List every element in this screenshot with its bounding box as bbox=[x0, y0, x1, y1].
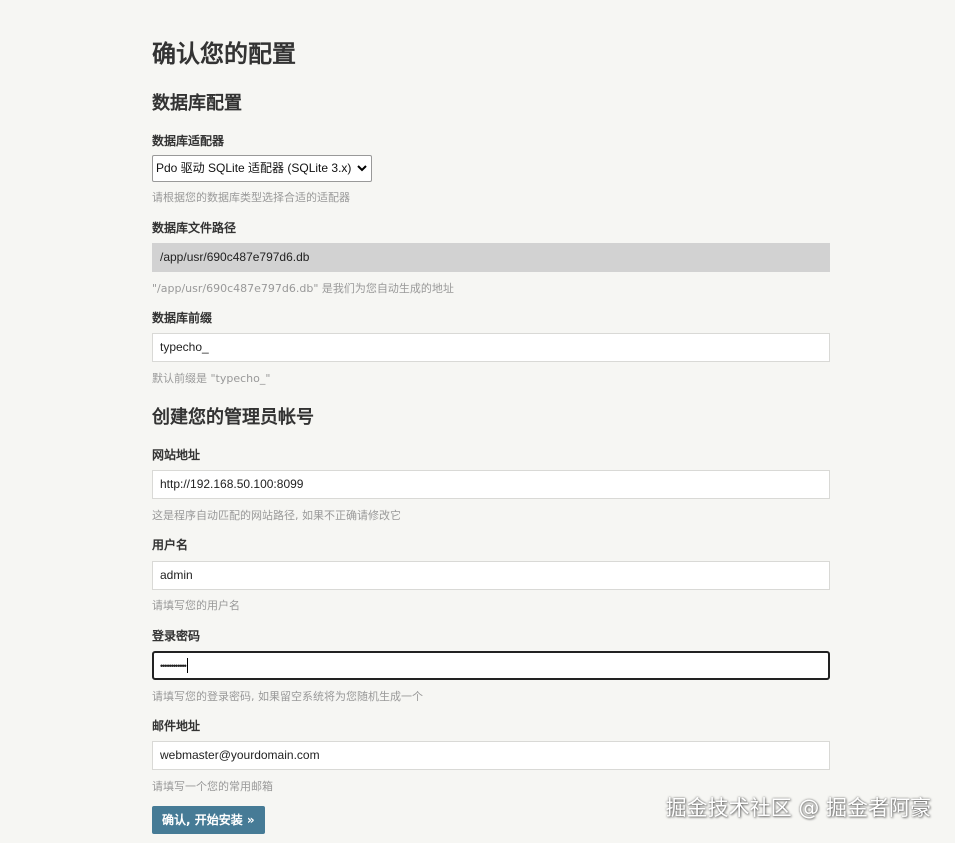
chevron-down-icon bbox=[357, 165, 368, 172]
username-label: 用户名 bbox=[152, 538, 189, 552]
watermark: 掘金技术社区 @ 掘金者阿豪 bbox=[665, 796, 931, 820]
password-value: •••••••••••• bbox=[160, 661, 187, 671]
username-hint: 请填写您的用户名 bbox=[152, 599, 240, 612]
username-input[interactable]: admin bbox=[152, 561, 830, 590]
admin-section-title: 创建您的管理员帐号 bbox=[152, 407, 314, 428]
db-prefix-hint: 默认前缀是 "typecho_" bbox=[152, 372, 271, 385]
password-label: 登录密码 bbox=[152, 629, 201, 643]
password-hint: 请填写您的登录密码, 如果留空系统将为您随机生成一个 bbox=[152, 690, 423, 703]
db-adapter-hint: 请根据您的数据库类型选择合适的适配器 bbox=[152, 191, 350, 204]
site-url-input[interactable]: http://192.168.50.100:8099 bbox=[152, 470, 830, 499]
page-title: 确认您的配置 bbox=[152, 40, 296, 68]
password-input[interactable]: •••••••••••• bbox=[152, 651, 830, 680]
db-prefix-input[interactable]: typecho_ bbox=[152, 333, 830, 362]
db-file-path-label: 数据库文件路径 bbox=[152, 221, 237, 235]
email-label: 邮件地址 bbox=[152, 719, 201, 733]
db-file-path-input[interactable]: /app/usr/690c487e797d6.db bbox=[152, 243, 830, 272]
email-input[interactable]: webmaster@yourdomain.com bbox=[152, 741, 830, 770]
db-adapter-label: 数据库适配器 bbox=[152, 134, 225, 148]
site-url-hint: 这是程序自动匹配的网站路径, 如果不正确请修改它 bbox=[152, 509, 401, 522]
db-prefix-label: 数据库前缀 bbox=[152, 311, 213, 325]
db-adapter-selected: Pdo 驱动 SQLite 适配器 (SQLite 3.x) bbox=[156, 161, 352, 175]
db-adapter-select[interactable]: Pdo 驱动 SQLite 适配器 (SQLite 3.x) bbox=[152, 155, 373, 182]
db-file-path-hint: "/app/usr/690c487e797d6.db" 是我们为您自动生成的地址 bbox=[152, 282, 454, 295]
start-install-button[interactable]: 确认, 开始安装 » bbox=[152, 806, 265, 834]
email-hint: 请填写一个您的常用邮箱 bbox=[152, 780, 273, 793]
site-url-label: 网站地址 bbox=[152, 448, 201, 462]
text-caret bbox=[186, 658, 188, 674]
db-section-title: 数据库配置 bbox=[152, 93, 242, 114]
